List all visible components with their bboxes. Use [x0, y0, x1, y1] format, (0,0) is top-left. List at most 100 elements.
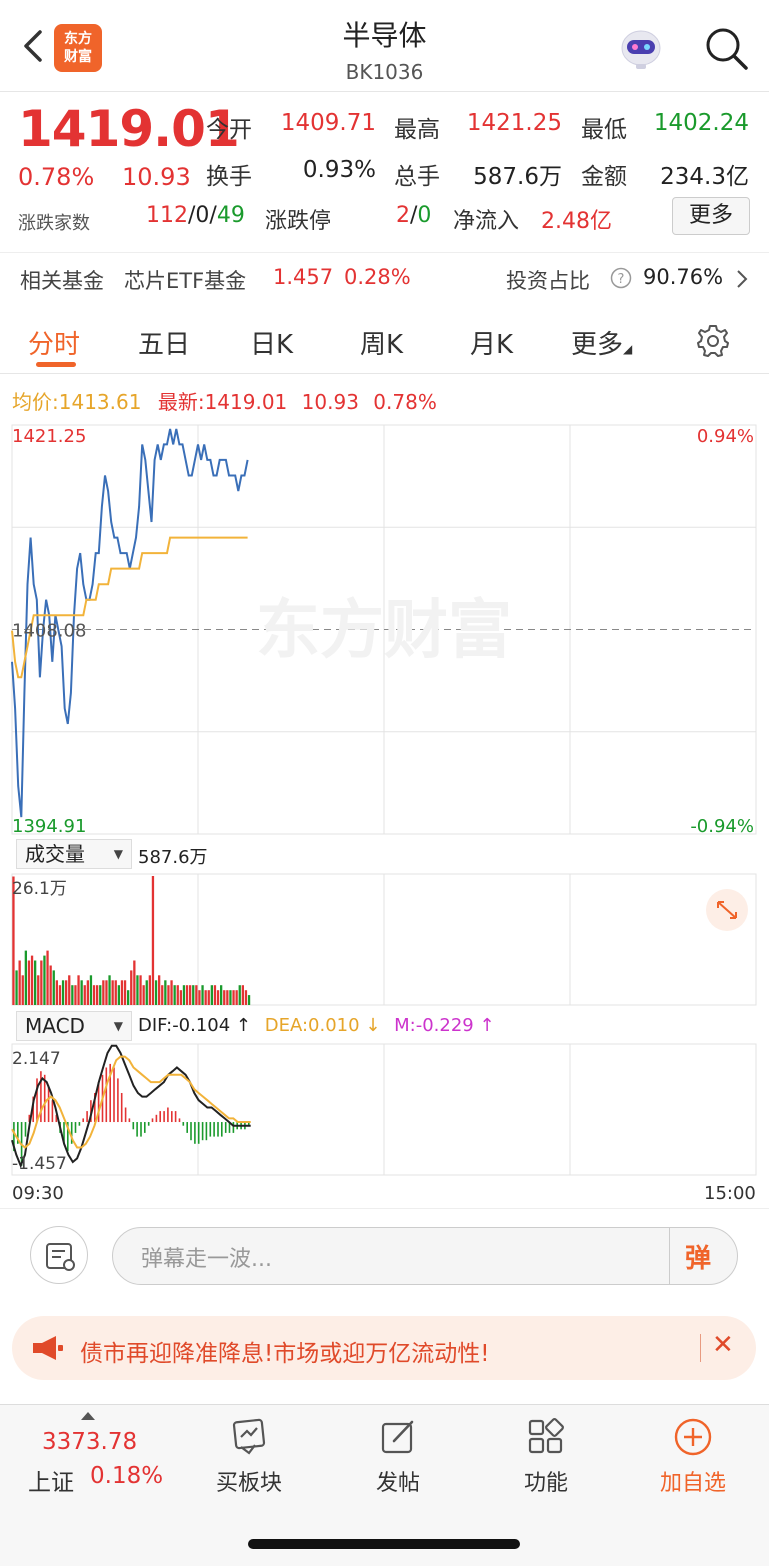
- robot-assistant-icon[interactable]: [616, 24, 666, 72]
- volume-bar: [80, 980, 83, 1005]
- related-fund-row[interactable]: 相关基金 芯片ETF基金 1.457 0.28% 投资占比 ? 90.76%: [0, 252, 769, 302]
- buy-sector-button[interactable]: 买板块: [199, 1411, 299, 1501]
- volume-bar: [201, 985, 204, 1005]
- volume-bar: [210, 985, 213, 1005]
- volume-value: 587.6万: [473, 164, 562, 190]
- volume-bar: [99, 985, 102, 1005]
- change-amount: 10.93: [122, 163, 191, 191]
- volume-bar: [102, 980, 105, 1005]
- ratio-value: 90.76%: [643, 265, 724, 289]
- volume-bar: [65, 980, 68, 1005]
- volume-bar: [46, 950, 49, 1005]
- time-start: 09:30: [12, 1183, 64, 1204]
- svg-text:?: ?: [618, 272, 625, 287]
- volume-bar: [189, 985, 192, 1005]
- volume-bar: [114, 980, 117, 1005]
- more-quote-button[interactable]: 更多: [672, 197, 750, 235]
- danmaku-input[interactable]: 弹幕走一波... 弹: [112, 1227, 738, 1285]
- volume-bar: [49, 965, 52, 1005]
- turnover-label: 换手: [206, 164, 252, 190]
- latest-change: 10.93: [301, 390, 359, 414]
- volume-indicator-select[interactable]: 成交量 ▼: [16, 839, 132, 869]
- tab-weekly-k[interactable]: 周K: [360, 324, 403, 361]
- volume-bar: [176, 985, 179, 1005]
- volume-bar: [92, 985, 96, 1005]
- low-value: 1402.24: [653, 110, 749, 136]
- news-banner[interactable]: 债市再迎降准降息!市场或迎万亿流动性! ✕: [12, 1316, 756, 1380]
- time-end: 15:00: [704, 1183, 756, 1204]
- volume-bar: [204, 990, 207, 1005]
- index-name[interactable]: 上证: [28, 1463, 74, 1497]
- limit-label: 涨跌停: [265, 209, 332, 234]
- volume-bar: [111, 980, 114, 1005]
- tab-daily-k[interactable]: 日K: [250, 324, 293, 361]
- volume-bar: [192, 985, 195, 1005]
- volume-bar: [229, 990, 232, 1005]
- edit-icon: [381, 1420, 414, 1454]
- volume-bar: [86, 980, 89, 1005]
- index-value[interactable]: 3373.78: [42, 1429, 137, 1455]
- volume-bar: [142, 985, 145, 1005]
- gear-icon[interactable]: [694, 322, 732, 360]
- latest-pct: 0.78%: [373, 390, 437, 414]
- help-icon[interactable]: ?: [610, 267, 632, 289]
- volume-bar: [127, 990, 130, 1005]
- volume-bar: [120, 980, 124, 1005]
- chart-tabs: 分时 五日 日K 周K 月K 更多◢: [0, 310, 769, 374]
- volume-bar: [173, 985, 176, 1005]
- macd-dif: DIF:-0.104 ↑: [138, 1015, 252, 1036]
- volume-bar: [154, 980, 158, 1005]
- volume-bar: [207, 990, 210, 1005]
- volume-bar: [136, 975, 139, 1005]
- danmaku-toggle-button[interactable]: 弹: [685, 1238, 711, 1275]
- index-pct[interactable]: 0.18%: [90, 1463, 163, 1489]
- fund-price: 1.457: [273, 265, 334, 289]
- active-tab-indicator: [36, 362, 76, 367]
- fund-label: 相关基金: [20, 269, 104, 293]
- functions-button[interactable]: 功能: [496, 1411, 596, 1501]
- tab-intraday[interactable]: 分时: [28, 324, 80, 361]
- bottom-toolbar: 3373.78 上证 0.18% 买板块 发帖 功能 加自选: [0, 1404, 769, 1566]
- document-settings-icon: [46, 1243, 75, 1271]
- search-icon[interactable]: [702, 24, 750, 72]
- tab-five-day[interactable]: 五日: [138, 324, 190, 361]
- intraday-chart-area[interactable]: 东方财富 1421.25 0.94% 1394.91 -0.94% 1408.08 26.1…: [0, 420, 769, 1180]
- comment-list-button[interactable]: [30, 1226, 88, 1284]
- volume-bar: [223, 990, 226, 1005]
- macd-values: DIF:-0.104 ↑ DEA:0.010 ↓ M:-0.229 ↑: [138, 1015, 495, 1036]
- macd-m: M:-0.229 ↑: [394, 1015, 495, 1036]
- macd-indicator-select[interactable]: MACD ▼: [16, 1011, 132, 1041]
- high-value: 1421.25: [466, 110, 562, 136]
- inflow-label: 净流入: [453, 209, 520, 234]
- volume-bar: [195, 985, 198, 1005]
- y-min-label: 1394.91: [12, 816, 86, 837]
- volume-bar: [68, 975, 71, 1005]
- breadth-label: 涨跌家数: [18, 213, 90, 234]
- tab-more[interactable]: 更多◢: [571, 324, 632, 361]
- volume-bar: [30, 955, 34, 1005]
- danmaku-placeholder: 弹幕走一波...: [141, 1247, 272, 1272]
- volume-bar: [238, 985, 241, 1005]
- y-ref-label: 1408.08: [12, 621, 86, 642]
- close-icon[interactable]: ✕: [712, 1330, 734, 1360]
- ratio-label: 投资占比: [506, 269, 590, 293]
- y-max-pct-label: 0.94%: [697, 426, 754, 447]
- turnover-value: 0.93%: [302, 157, 376, 183]
- amount-value: 234.3亿: [660, 164, 749, 190]
- volume-bar: [161, 985, 164, 1005]
- dropdown-arrow-icon: ▼: [113, 847, 123, 861]
- volume-bar: [55, 980, 58, 1005]
- volume-bar: [198, 990, 201, 1005]
- tab-monthly-k[interactable]: 月K: [470, 324, 513, 361]
- volume-bar: [37, 975, 40, 1005]
- add-watchlist-button[interactable]: 加自选: [643, 1411, 743, 1501]
- volume-bar: [158, 975, 161, 1005]
- limit-values: 2/0: [396, 203, 432, 228]
- post-button[interactable]: 发帖: [348, 1411, 448, 1501]
- y-min-pct-label: -0.94%: [690, 816, 754, 837]
- volume-bar: [77, 975, 80, 1005]
- volume-max-label: 26.1万: [12, 879, 67, 899]
- avg-price: 1413.61: [58, 390, 142, 414]
- volume-bar: [151, 876, 155, 1005]
- open-value: 1409.71: [280, 110, 376, 136]
